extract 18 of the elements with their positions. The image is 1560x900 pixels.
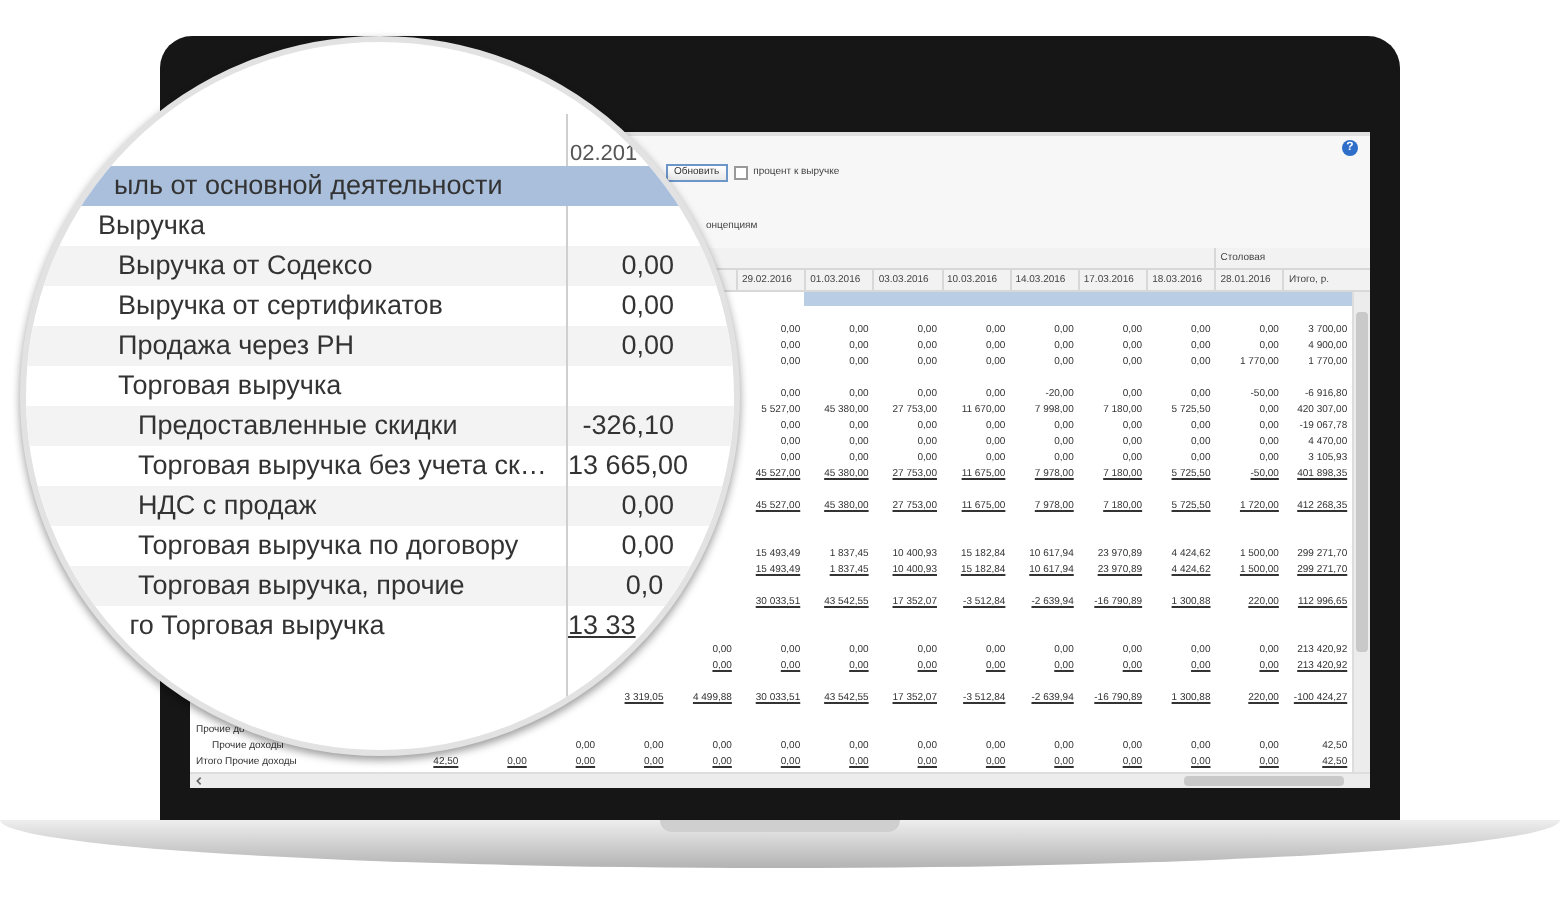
heading-row-band[interactable] (804, 292, 1352, 306)
row-label: Торговая выручка (116, 368, 344, 404)
row-label: Выручка (96, 208, 208, 244)
row-label: Выручка от сертификатов (116, 288, 445, 324)
scrollbar-thumb[interactable] (1184, 776, 1344, 786)
column-header[interactable]: 02.201 (570, 144, 638, 166)
row-label: го Торговая выручка (127, 608, 387, 644)
row-value: -326,10 (566, 406, 734, 446)
row-label: Предоставленные скидки (26, 406, 566, 446)
row-label: Продажа через РН (26, 326, 566, 366)
vertical-scrollbar[interactable] (1352, 292, 1370, 772)
horizontal-scrollbar[interactable] (190, 772, 1370, 788)
row-value: 13 33 (566, 606, 734, 646)
scrollbar-thumb[interactable] (1356, 312, 1368, 652)
row-label: Торговая выручка по договору (136, 528, 521, 564)
row-label: Торговая выручка без учета ск… (136, 448, 549, 484)
checkbox[interactable] (733, 165, 748, 179)
row-value: 0,00 (566, 326, 734, 366)
